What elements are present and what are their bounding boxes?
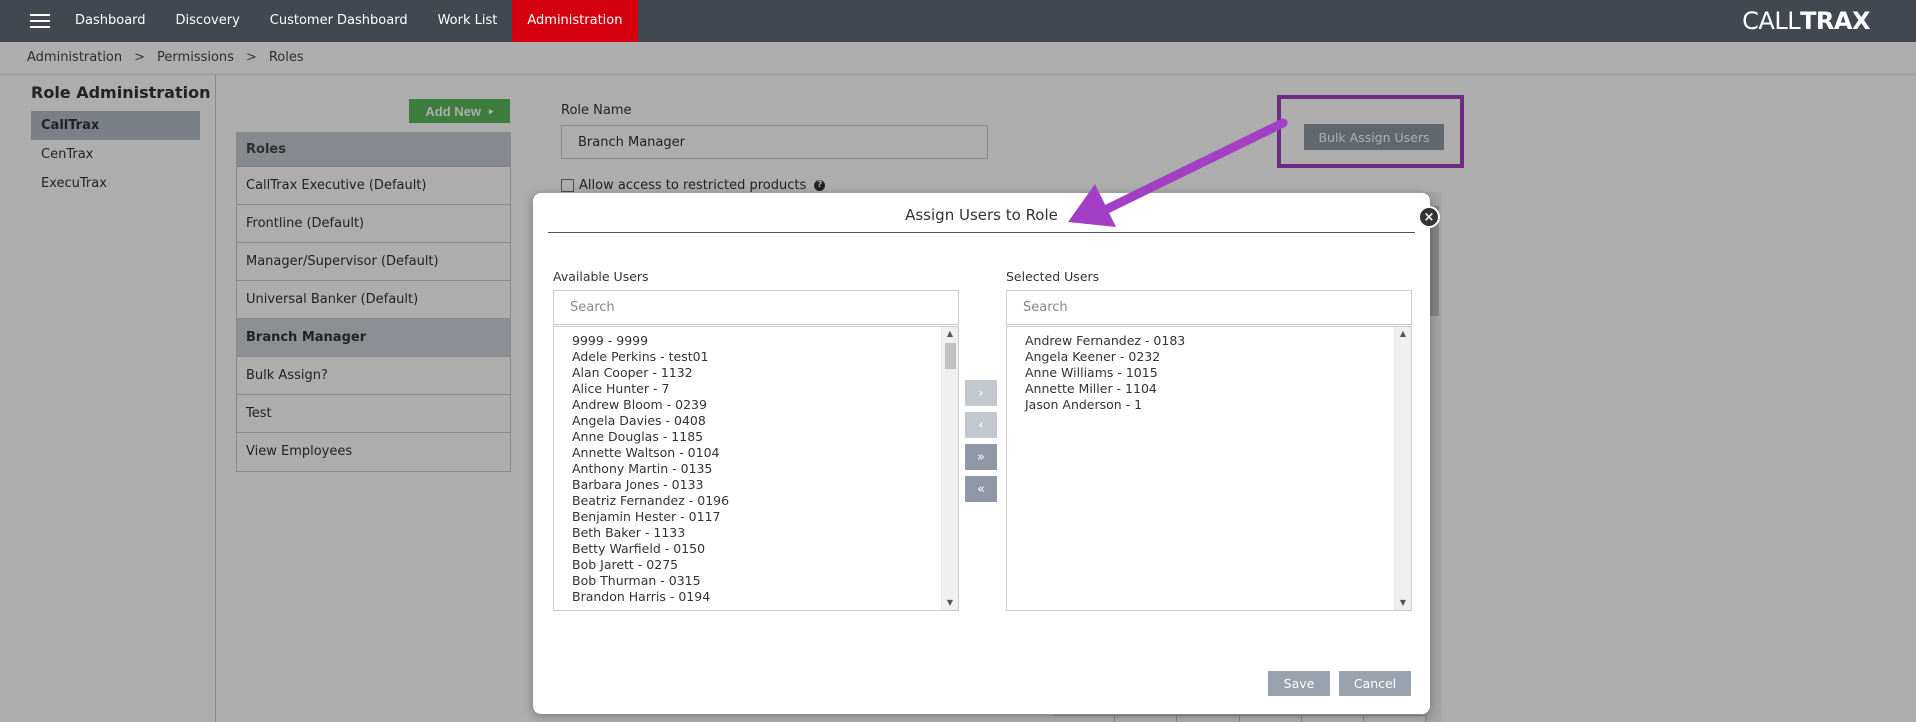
nav-discovery[interactable]: Discovery [161,0,255,42]
list-item[interactable]: Benjamin Hester - 0117 [572,509,958,525]
list-item[interactable]: Jason Anderson - 1 [1025,397,1411,413]
selected-search-input[interactable] [1006,290,1412,325]
list-item[interactable]: Anne Williams - 1015 [1025,365,1411,381]
top-nav: Dashboard Discovery Customer Dashboard W… [0,0,1916,42]
list-item[interactable]: Anne Douglas - 1185 [572,429,958,445]
selected-users-list[interactable]: Andrew Fernandez - 0183 Angela Keener - 0… [1006,326,1412,611]
list-item[interactable]: Anthony Martin - 0135 [572,461,958,477]
selected-scrollbar[interactable]: ▲ ▼ [1394,327,1411,610]
nav-customer-dashboard[interactable]: Customer Dashboard [255,0,423,42]
save-button[interactable]: Save [1268,671,1330,696]
scroll-down-icon[interactable]: ▼ [1395,596,1411,610]
list-item[interactable]: Bob Jarett - 0275 [572,557,958,573]
list-item[interactable]: Barbara Jones - 0133 [572,477,958,493]
scroll-down-icon[interactable]: ▼ [942,596,958,610]
nav-dashboard[interactable]: Dashboard [60,0,161,42]
list-item[interactable]: Alice Hunter - 7 [572,381,958,397]
move-left-button[interactable]: ‹ [965,412,997,438]
list-item[interactable]: Angela Davies - 0408 [572,413,958,429]
nav-work-list[interactable]: Work List [423,0,513,42]
available-users-label: Available Users [553,269,649,284]
available-search-input[interactable] [553,290,959,325]
list-item[interactable]: Beth Baker - 1133 [572,525,958,541]
list-item[interactable]: Andrew Bloom - 0239 [572,397,958,413]
scroll-up-icon[interactable]: ▲ [942,327,958,341]
selected-users-label: Selected Users [1006,269,1100,284]
modal-title: Assign Users to Role [548,207,1415,233]
list-item[interactable]: Andrew Fernandez - 0183 [1025,333,1411,349]
calltrax-logo: CALLTRAX [1742,7,1870,35]
list-item[interactable]: Beatriz Fernandez - 0196 [572,493,958,509]
available-users-list[interactable]: 9999 - 9999 Adele Perkins - test01 Alan Co… [553,326,959,611]
list-item[interactable]: Alan Cooper - 1132 [572,365,958,381]
nav-administration[interactable]: Administration [512,0,638,42]
scroll-up-icon[interactable]: ▲ [1395,327,1411,341]
move-right-button[interactable]: › [965,380,997,406]
move-all-left-button[interactable]: « [965,476,997,502]
assign-users-modal: Assign Users to Role × Available Users 9… [533,193,1440,714]
cancel-button[interactable]: Cancel [1339,671,1411,696]
list-item[interactable]: Annette Waltson - 0104 [572,445,958,461]
list-item[interactable]: Annette Miller - 1104 [1025,381,1411,397]
list-item[interactable]: Bob Thurman - 0315 [572,573,958,589]
available-scrollbar[interactable]: ▲ ▼ [941,327,958,610]
move-all-right-button[interactable]: » [965,444,997,470]
list-item[interactable]: 9999 - 9999 [572,333,958,349]
hamburger-menu-icon[interactable] [30,14,50,28]
scroll-thumb[interactable] [945,343,956,369]
list-item[interactable]: Brandon Harris - 0194 [572,589,958,605]
list-item[interactable]: Angela Keener - 0232 [1025,349,1411,365]
close-icon[interactable]: × [1418,206,1440,228]
list-item[interactable]: Adele Perkins - test01 [572,349,958,365]
list-item[interactable]: Betty Warfield - 0150 [572,541,958,557]
